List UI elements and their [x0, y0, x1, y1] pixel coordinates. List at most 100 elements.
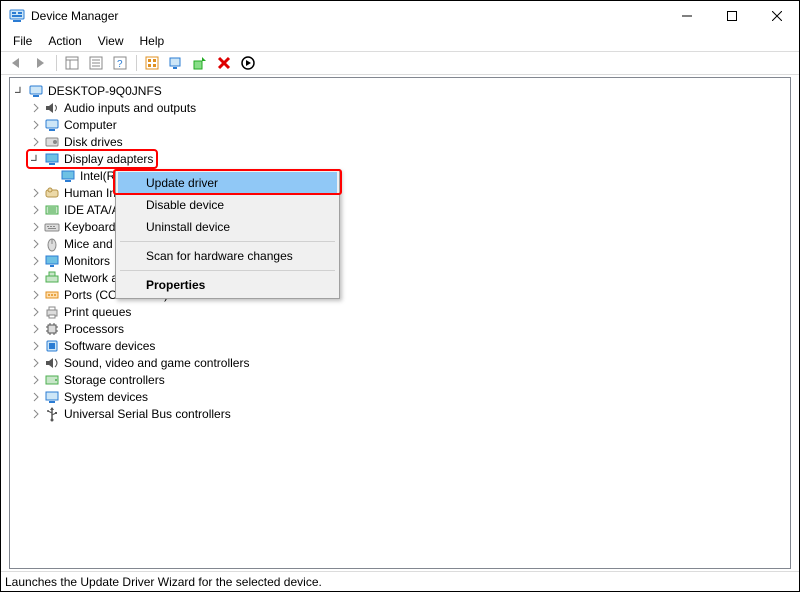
toolbar-view-devices-button[interactable] — [141, 52, 163, 74]
toolbar-back-button[interactable] — [5, 52, 27, 74]
expand-collapse-icon[interactable] — [30, 340, 42, 352]
tree-item-system[interactable]: System devices — [14, 388, 790, 405]
processor-icon — [44, 321, 60, 337]
context-menu-separator — [120, 241, 335, 242]
tree-item-printqueues[interactable]: Print queues — [14, 303, 790, 320]
tree-item-disk-drives[interactable]: Disk drives — [14, 133, 790, 150]
context-menu-uninstall-device[interactable]: Uninstall device — [118, 216, 337, 238]
tree-item-usb[interactable]: Universal Serial Bus controllers — [14, 405, 790, 422]
context-menu: Update driver Disable device Uninstall d… — [115, 169, 340, 299]
tree-label: DESKTOP-9Q0JNFS — [48, 83, 162, 99]
sound-icon — [44, 355, 60, 371]
tree-label: Sound, video and game controllers — [64, 355, 249, 371]
status-text: Launches the Update Driver Wizard for th… — [5, 575, 322, 589]
tree-label: Keyboards — [64, 219, 121, 235]
context-menu-label: Update driver — [146, 176, 218, 190]
expand-collapse-icon[interactable] — [30, 204, 42, 216]
context-menu-label: Disable device — [146, 198, 224, 212]
toolbar-show-hide-tree-button[interactable] — [61, 52, 83, 74]
expand-collapse-icon[interactable] — [30, 187, 42, 199]
expand-collapse-icon[interactable] — [30, 153, 42, 165]
annotation-highlight: Display adapters — [26, 149, 158, 169]
tree-item-audio[interactable]: Audio inputs and outputs — [14, 99, 790, 116]
network-icon — [44, 270, 60, 286]
expand-collapse-icon[interactable] — [30, 357, 42, 369]
toolbar-uninstall-button[interactable] — [213, 52, 235, 74]
display-adapter-icon — [60, 168, 76, 184]
context-menu-disable-device[interactable]: Disable device — [118, 194, 337, 216]
keyboard-icon — [44, 219, 60, 235]
expand-collapse-icon[interactable] — [30, 238, 42, 250]
ide-icon — [44, 202, 60, 218]
toolbar: ? — [1, 51, 799, 75]
window-controls — [664, 1, 799, 31]
storage-icon — [44, 372, 60, 388]
tree-item-display-adapters[interactable]: Display adapters — [14, 150, 790, 167]
toolbar-update-driver-button[interactable] — [189, 52, 211, 74]
display-adapter-icon — [44, 151, 60, 167]
tree-label: Storage controllers — [64, 372, 165, 388]
tree-label: Disk drives — [64, 134, 123, 150]
context-menu-label: Properties — [146, 278, 205, 292]
expand-collapse-icon[interactable] — [30, 221, 42, 233]
tree-item-storage[interactable]: Storage controllers — [14, 371, 790, 388]
tree-label: System devices — [64, 389, 148, 405]
audio-icon — [44, 100, 60, 116]
toolbar-separator — [53, 52, 59, 74]
toolbar-scan-hardware-button[interactable] — [165, 52, 187, 74]
mouse-icon — [44, 236, 60, 252]
disk-drive-icon — [44, 134, 60, 150]
tree-item-sound[interactable]: Sound, video and game controllers — [14, 354, 790, 371]
menu-file[interactable]: File — [7, 32, 38, 50]
toolbar-forward-button[interactable] — [29, 52, 51, 74]
tree-label: Processors — [64, 321, 124, 337]
menu-bar: File Action View Help — [1, 31, 799, 51]
minimize-button[interactable] — [664, 1, 709, 31]
context-menu-label: Uninstall device — [146, 220, 230, 234]
expand-collapse-icon[interactable] — [30, 255, 42, 267]
toolbar-enable-button[interactable] — [237, 52, 259, 74]
expand-collapse-icon[interactable] — [30, 272, 42, 284]
context-menu-update-driver[interactable]: Update driver — [118, 172, 337, 194]
tree-item-computer[interactable]: Computer — [14, 116, 790, 133]
computer-root-icon — [28, 83, 44, 99]
expand-collapse-icon[interactable] — [30, 391, 42, 403]
expand-collapse-icon[interactable] — [30, 323, 42, 335]
maximize-button[interactable] — [709, 1, 754, 31]
tree-label: Universal Serial Bus controllers — [64, 406, 231, 422]
context-menu-separator — [120, 270, 335, 271]
expand-collapse-icon[interactable] — [30, 119, 42, 131]
tree-root[interactable]: DESKTOP-9Q0JNFS — [14, 82, 790, 99]
expand-collapse-icon[interactable] — [30, 102, 42, 114]
close-button[interactable] — [754, 1, 799, 31]
expand-collapse-icon[interactable] — [30, 408, 42, 420]
device-tree-pane: DESKTOP-9Q0JNFS Audio inputs and outputs… — [9, 77, 791, 569]
svg-text:?: ? — [117, 59, 123, 70]
title-bar: Device Manager — [1, 1, 799, 31]
toolbar-help-button[interactable]: ? — [109, 52, 131, 74]
expand-collapse-icon[interactable] — [30, 136, 42, 148]
context-menu-properties[interactable]: Properties — [118, 274, 337, 296]
toolbar-separator — [133, 52, 139, 74]
monitor-icon — [44, 253, 60, 269]
hid-icon — [44, 185, 60, 201]
expand-collapse-icon[interactable] — [30, 374, 42, 386]
expand-collapse-icon[interactable] — [14, 85, 26, 97]
device-manager-app-icon — [9, 8, 25, 24]
system-icon — [44, 389, 60, 405]
menu-help[interactable]: Help — [134, 32, 171, 50]
toolbar-properties-button[interactable] — [85, 52, 107, 74]
computer-icon — [44, 117, 60, 133]
tree-label: Audio inputs and outputs — [64, 100, 196, 116]
menu-view[interactable]: View — [92, 32, 130, 50]
tree-item-software[interactable]: Software devices — [14, 337, 790, 354]
tree-label: Software devices — [64, 338, 155, 354]
menu-action[interactable]: Action — [42, 32, 87, 50]
tree-item-processors[interactable]: Processors — [14, 320, 790, 337]
expand-collapse-icon[interactable] — [30, 289, 42, 301]
context-menu-scan-hardware[interactable]: Scan for hardware changes — [118, 245, 337, 267]
tree-label: Computer — [64, 117, 117, 133]
tree-label: Print queues — [64, 304, 131, 320]
usb-icon — [44, 406, 60, 422]
expand-collapse-icon[interactable] — [30, 306, 42, 318]
